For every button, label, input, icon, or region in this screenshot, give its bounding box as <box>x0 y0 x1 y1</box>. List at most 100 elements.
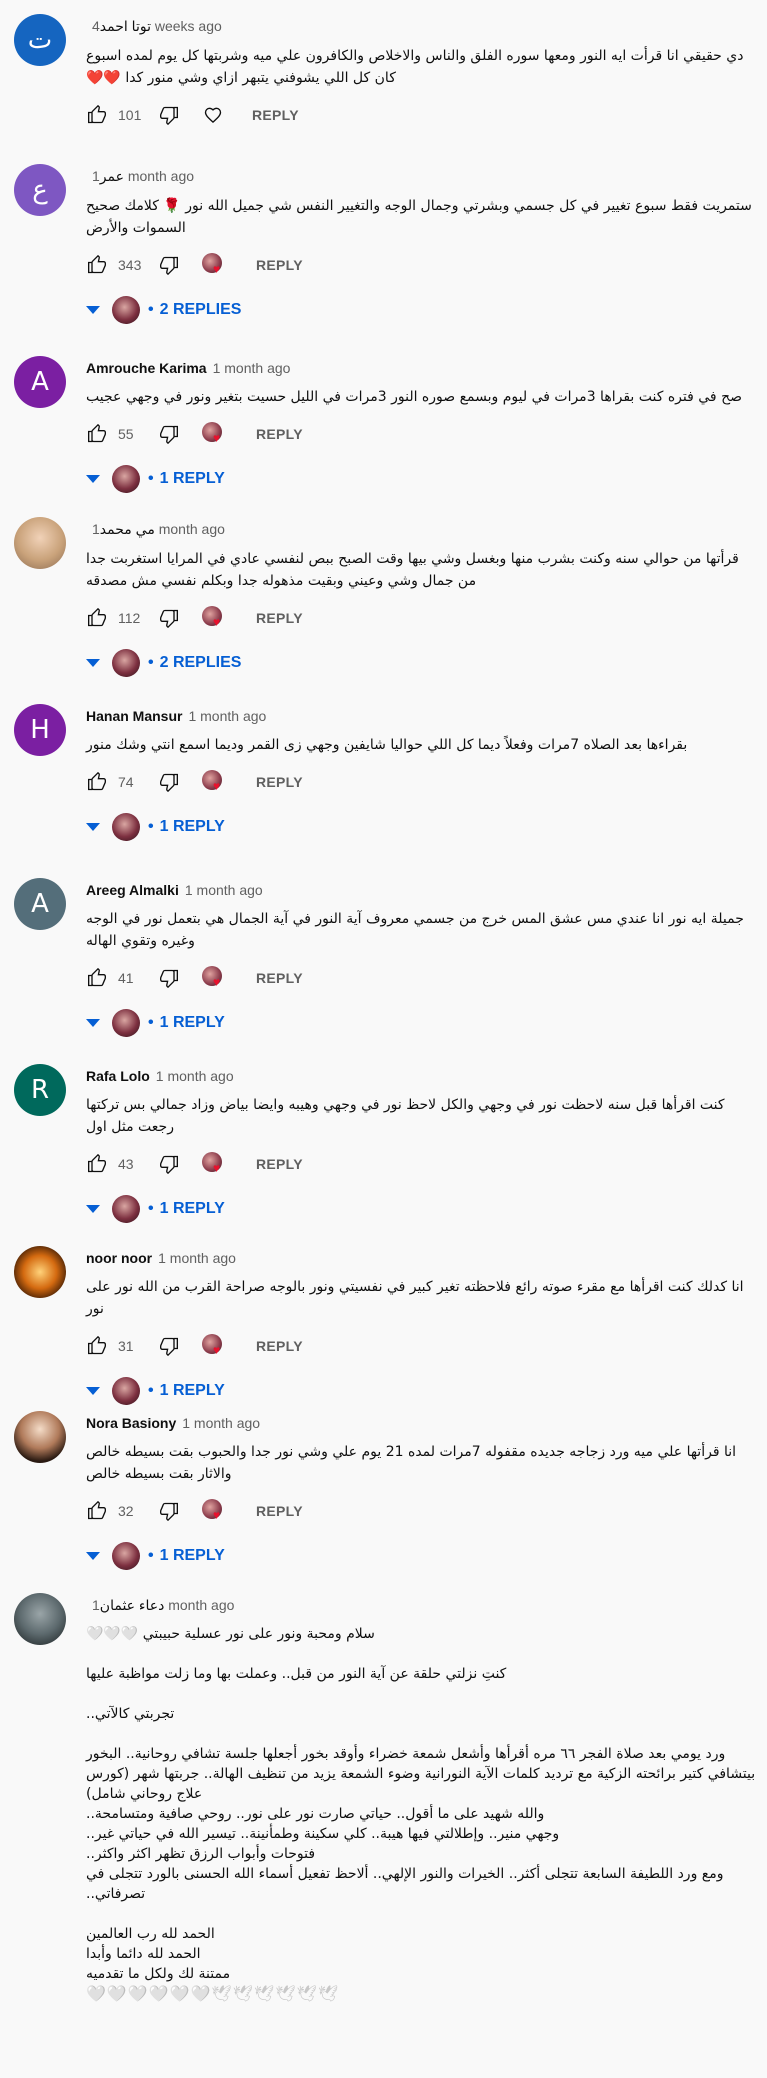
avatar[interactable]: H <box>14 704 66 756</box>
view-replies-button[interactable]: • 1 REPLY <box>84 1541 759 1571</box>
comment-header: Hanan Mansur 1 month ago <box>86 708 759 724</box>
avatar[interactable] <box>14 517 66 569</box>
creator-heart-badge: ♥ <box>202 422 228 446</box>
reply-button[interactable]: REPLY <box>256 970 303 986</box>
comment-time[interactable]: 1 month ago <box>188 708 266 724</box>
heart-outline-icon[interactable] <box>202 104 224 126</box>
comment-paragraph <box>86 1644 759 1664</box>
reply-button[interactable]: REPLY <box>256 1156 303 1172</box>
view-replies-button[interactable]: • 1 REPLY <box>84 464 759 494</box>
comment-actions: 55 ♥ REPLY <box>86 422 759 446</box>
comment-time[interactable]: 1 month ago <box>182 1415 260 1431</box>
replies-count: 1 REPLY <box>159 1014 225 1031</box>
thumb-down-icon[interactable] <box>158 967 180 989</box>
thumb-up-icon[interactable] <box>86 423 108 445</box>
thumb-down-icon[interactable] <box>158 423 180 445</box>
author-name[interactable]: Nora Basiony <box>86 1415 176 1431</box>
comment-time[interactable]: 1 month ago <box>156 1068 234 1084</box>
like-count: 43 <box>118 1156 134 1172</box>
avatar[interactable]: ت <box>14 14 66 66</box>
thumb-down-icon[interactable] <box>158 1500 180 1522</box>
thumb-up-icon[interactable] <box>86 967 108 989</box>
creator-heart-badge: ♥ <box>202 253 228 277</box>
thumb-up-icon[interactable] <box>86 607 108 629</box>
author-name[interactable]: توتا احمد <box>100 18 151 34</box>
like-count: 343 <box>118 257 142 273</box>
caret-down-icon <box>86 1205 100 1213</box>
comment-actions: 343 ♥ REPLY <box>86 253 759 277</box>
comment-paragraph <box>86 1684 759 1704</box>
thumb-down-icon[interactable] <box>158 771 180 793</box>
comment-paragraph: الحمد لله رب العالمين <box>86 1926 215 1942</box>
avatar[interactable] <box>14 1411 66 1463</box>
avatar[interactable] <box>14 1246 66 1298</box>
thumb-up-icon[interactable] <box>86 1500 108 1522</box>
comment-actions: 43 ♥ REPLY <box>86 1152 759 1176</box>
author-name[interactable]: Areeg Almalki <box>86 882 179 898</box>
creator-avatar <box>112 1195 140 1223</box>
author-name[interactable]: مي محمد <box>100 521 155 537</box>
avatar-letter: R <box>30 1075 50 1105</box>
author-name[interactable]: دعاء عثمان <box>100 1597 165 1613</box>
view-replies-button[interactable]: • 2 REPLIES <box>84 648 759 678</box>
like-count: 31 <box>118 1338 134 1354</box>
heart-icon: ♥ <box>213 1343 221 1357</box>
author-name[interactable]: Amrouche Karima <box>86 360 207 376</box>
comment-header: مي محمد1 month ago <box>86 521 759 538</box>
reply-button[interactable]: REPLY <box>256 257 303 273</box>
like-count: 74 <box>118 774 134 790</box>
thumb-down-icon[interactable] <box>158 607 180 629</box>
avatar-letter: ع <box>32 175 48 205</box>
thumb-up-icon[interactable] <box>86 254 108 276</box>
comment-time[interactable]: 1 month ago <box>158 1250 236 1266</box>
comment-text: كنت اقرأها قبل سنه لاحظت نور في وجهي وال… <box>86 1097 725 1135</box>
creator-heart-badge: ♥ <box>202 606 228 630</box>
avatar[interactable]: A <box>14 356 66 408</box>
caret-down-icon <box>86 475 100 483</box>
comment-header: عمر1 month ago <box>86 168 759 185</box>
avatar[interactable]: ع <box>14 164 66 216</box>
thumb-down-icon[interactable] <box>158 1335 180 1357</box>
thumb-down-icon[interactable] <box>158 254 180 276</box>
reply-button[interactable]: REPLY <box>252 107 299 123</box>
comment-paragraph <box>86 1724 759 1744</box>
reply-button[interactable]: REPLY <box>256 774 303 790</box>
view-replies-button[interactable]: • 1 REPLY <box>84 1194 759 1224</box>
author-name[interactable]: noor noor <box>86 1250 152 1266</box>
thumb-up-icon[interactable] <box>86 104 108 126</box>
thumb-down-icon[interactable] <box>158 104 180 126</box>
reply-button[interactable]: REPLY <box>256 1338 303 1354</box>
author-name[interactable]: Hanan Mansur <box>86 708 182 724</box>
avatar-letter: A <box>31 367 49 397</box>
comment-header: Amrouche Karima 1 month ago <box>86 360 759 376</box>
reply-button[interactable]: REPLY <box>256 426 303 442</box>
comment-paragraph: الحمد لله دائما وأبدا <box>86 1946 201 1962</box>
reply-button[interactable]: REPLY <box>256 1503 303 1519</box>
comment-time[interactable]: 1 month ago <box>185 882 263 898</box>
author-name[interactable]: عمر <box>100 168 124 184</box>
view-replies-button[interactable]: • 1 REPLY <box>84 1008 759 1038</box>
avatar[interactable]: A <box>14 878 66 930</box>
comment-paragraph: كنتِ نزلتي حلقة عن آية النور من قبل.. وع… <box>86 1666 507 1682</box>
creator-heart-badge: ♥ <box>202 770 228 794</box>
caret-down-icon <box>86 1387 100 1395</box>
reply-button[interactable]: REPLY <box>256 610 303 626</box>
thumb-down-icon[interactable] <box>158 1153 180 1175</box>
thumb-up-icon[interactable] <box>86 1153 108 1175</box>
heart-icon: ♥ <box>213 975 221 989</box>
avatar[interactable]: R <box>14 1064 66 1116</box>
avatar[interactable] <box>14 1593 66 1645</box>
view-replies-button[interactable]: • 1 REPLY <box>84 812 759 842</box>
comment-time[interactable]: 1 month ago <box>213 360 291 376</box>
view-replies-button[interactable]: • 2 REPLIES <box>84 295 759 325</box>
creator-heart-badge: ♥ <box>202 966 228 990</box>
like-count: 101 <box>118 107 142 123</box>
thumb-up-icon[interactable] <box>86 1335 108 1357</box>
comment-header: دعاء عثمان1 month ago <box>86 1597 759 1614</box>
thumb-up-icon[interactable] <box>86 771 108 793</box>
caret-down-icon <box>86 1019 100 1027</box>
view-replies-button[interactable]: • 1 REPLY <box>84 1376 759 1406</box>
creator-heart-badge: ♥ <box>202 1334 228 1358</box>
author-name[interactable]: Rafa Lolo <box>86 1068 150 1084</box>
comment-paragraph: ومع ورد اللطيفة السابعة تتجلى أكثر.. الخ… <box>86 1866 724 1902</box>
